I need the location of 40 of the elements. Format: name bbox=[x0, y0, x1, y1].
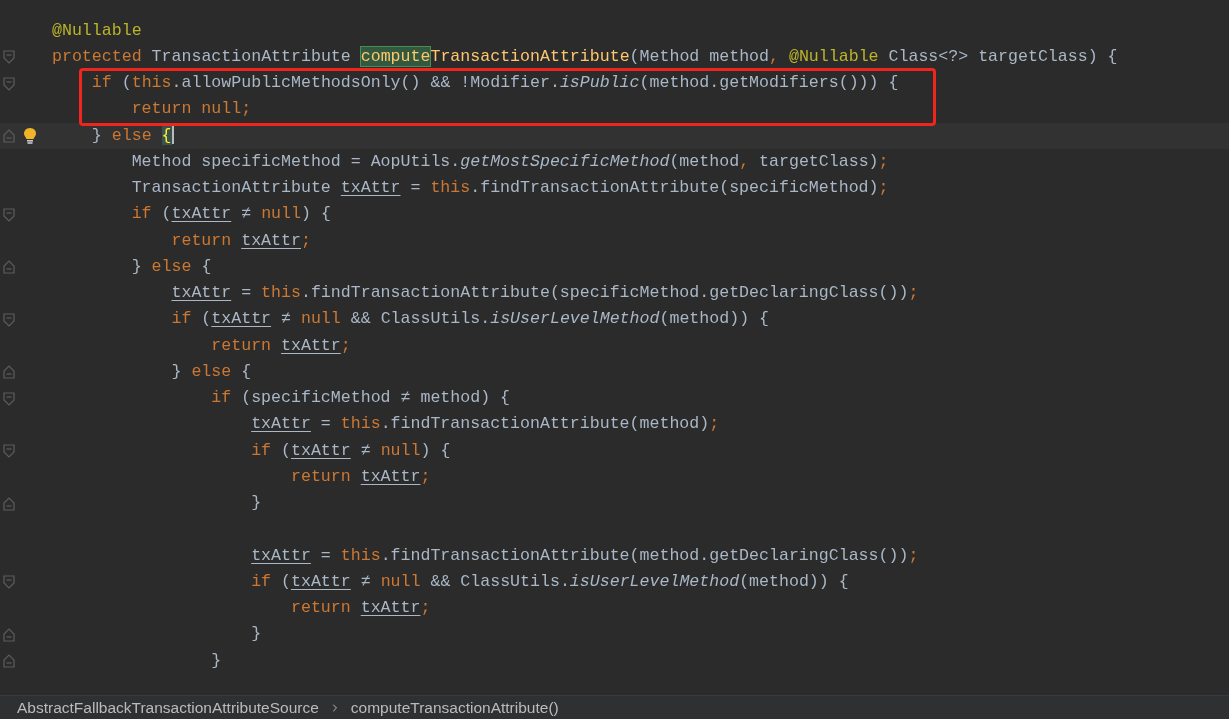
code-line: Method specificMethod = AopUtils.getMostSpecificMethod(method, targetClass); bbox=[131, 150, 889, 173]
fold-open-icon[interactable] bbox=[3, 575, 15, 590]
code-line: if (this.allowPublicMethodsOnly() && !Modifier.isPublic(method.getModifiers())) { bbox=[91, 72, 899, 95]
code-line: } else { bbox=[91, 124, 174, 147]
breadcrumb-item[interactable]: computeTransactionAttribute() bbox=[350, 695, 559, 719]
code-line: if (txAttr ≠ null && ClassUtils.isUserLevelMethod(method)) { bbox=[171, 308, 769, 331]
fold-close-icon[interactable] bbox=[3, 496, 15, 511]
fold-open-icon[interactable] bbox=[3, 391, 15, 406]
code-line: } else { bbox=[171, 360, 252, 383]
fold-open-icon[interactable] bbox=[3, 444, 15, 458]
code-line: if (specificMethod ≠ method) { bbox=[211, 387, 511, 410]
code-line: return null; bbox=[131, 98, 252, 121]
code-line: protected TransactionAttribute computeTransactionAttribute(Method method, @Nullable Class<?> targetClass) { bbox=[52, 45, 1118, 68]
breadcrumb-item[interactable]: AbstractFallbackTransactionAttributeSource bbox=[17, 695, 319, 719]
code-line: } bbox=[211, 649, 222, 672]
fold-close-icon[interactable] bbox=[3, 260, 15, 275]
fold-open-icon[interactable] bbox=[3, 50, 15, 65]
fold-open-icon[interactable] bbox=[3, 312, 15, 327]
code-line: @Nullable bbox=[52, 19, 142, 42]
code-line: } bbox=[251, 623, 262, 646]
code-line: TransactionAttribute txAttr = this.findTransactionAttribute(specificMethod); bbox=[131, 177, 889, 200]
lightbulb-icon[interactable] bbox=[23, 127, 37, 145]
fold-open-icon[interactable] bbox=[3, 76, 15, 91]
fold-close-icon[interactable] bbox=[3, 129, 15, 143]
code-line: return txAttr; bbox=[211, 334, 351, 357]
code-line: } bbox=[251, 492, 262, 515]
code-line: return txAttr; bbox=[291, 465, 431, 488]
fold-close-icon[interactable] bbox=[3, 654, 15, 668]
code-line: if (txAttr ≠ null && ClassUtils.isUserLevelMethod(method)) { bbox=[251, 570, 849, 593]
fold-close-icon[interactable] bbox=[3, 365, 15, 380]
fold-open-icon[interactable] bbox=[3, 207, 15, 222]
code-line: return txAttr; bbox=[171, 229, 311, 252]
code-line: return txAttr; bbox=[291, 597, 431, 620]
code-line: txAttr = this.findTransactionAttribute(specificMethod.getDeclaringClass()); bbox=[171, 282, 919, 305]
fold-close-icon[interactable] bbox=[3, 627, 15, 642]
code-line: txAttr = this.findTransactionAttribute(method); bbox=[251, 413, 720, 436]
code-line: if (txAttr ≠ null) { bbox=[251, 439, 451, 462]
code-line: txAttr = this.findTransactionAttribute(method.getDeclaringClass()); bbox=[251, 544, 919, 567]
code-line: if (txAttr ≠ null) { bbox=[131, 203, 331, 226]
code-line: } else { bbox=[131, 255, 212, 278]
